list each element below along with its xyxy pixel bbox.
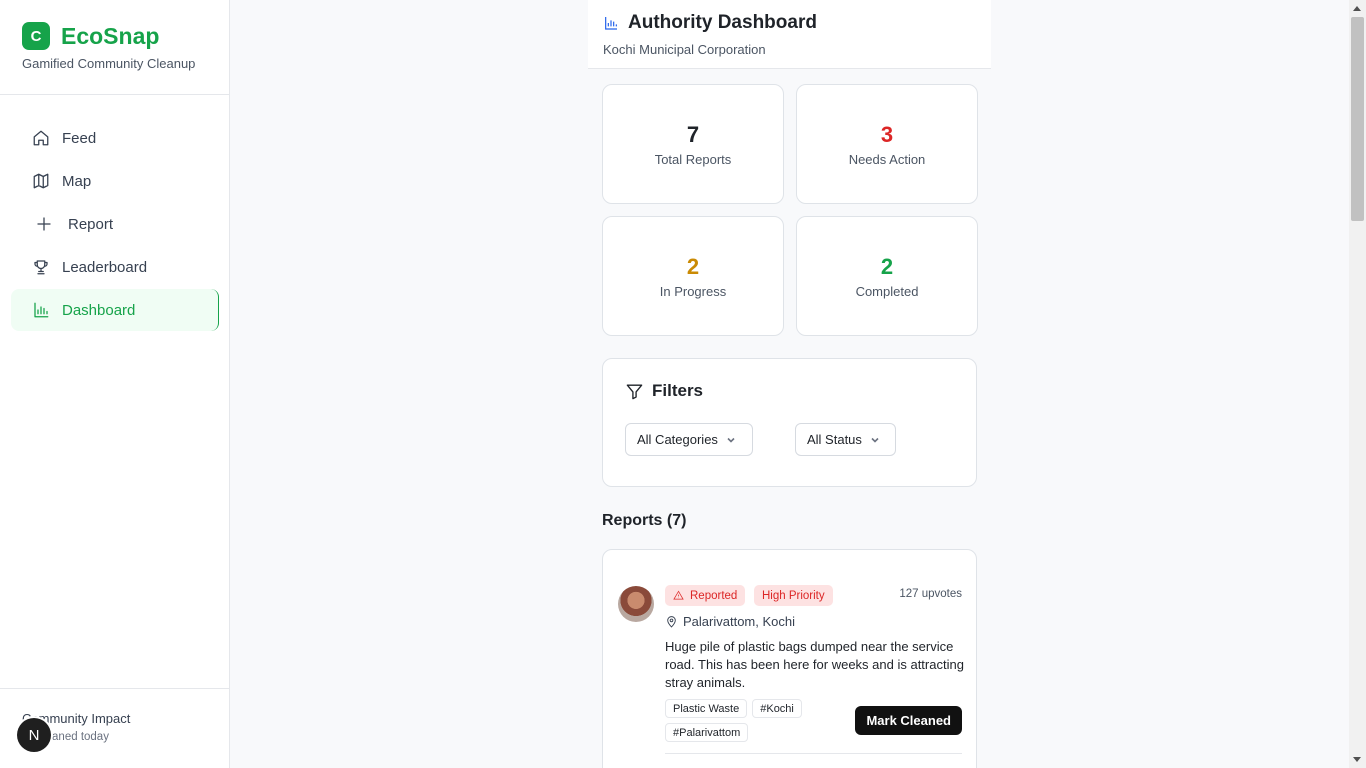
sidebar-item-label: Feed: [62, 129, 97, 147]
mark-cleaned-button[interactable]: Mark Cleaned: [855, 706, 962, 735]
bar-chart-icon: [34, 302, 49, 318]
filters-title: Filters: [652, 381, 704, 400]
alert-triangle-icon: [673, 590, 684, 600]
sidebar-nav: Feed Map Report Leaderboard Dashboard: [0, 95, 229, 331]
brand-tagline: Gamified Community Cleanup: [22, 56, 196, 71]
sidebar-item-label: Leaderboard: [62, 258, 148, 276]
sidebar-item-map[interactable]: Map: [11, 160, 219, 202]
stat-card-completed: 2 Completed: [796, 216, 978, 336]
report-description: Huge pile of plastic bags dumped near th…: [665, 639, 964, 690]
page-header: Authority Dashboard Kochi Municipal Corp…: [588, 0, 991, 69]
scroll-thumb[interactable]: [1351, 17, 1364, 221]
chevron-down-icon: [871, 437, 879, 443]
report-location: Palarivattom, Kochi: [665, 614, 795, 629]
brand: C EcoSnap Gamified Community Cleanup: [0, 0, 229, 95]
map-icon: [33, 173, 49, 189]
scroll-up-arrow[interactable]: [1353, 6, 1361, 11]
status-select[interactable]: All Status: [795, 423, 896, 456]
tag[interactable]: #Kochi: [752, 699, 802, 718]
stat-label: Completed: [855, 283, 919, 299]
report-tags: Plastic Waste #Kochi #Palarivattom: [665, 699, 845, 742]
home-icon: [33, 130, 49, 146]
stat-value: 2: [880, 253, 894, 279]
plus-icon: [37, 217, 51, 231]
stat-label: In Progress: [659, 283, 727, 299]
stat-card-in-progress: 2 In Progress: [602, 216, 784, 336]
logo[interactable]: C: [22, 22, 50, 50]
stat-label: Total Reports: [654, 151, 732, 167]
scrollbar[interactable]: [1349, 0, 1366, 768]
sidebar-item-report[interactable]: Report: [11, 203, 219, 245]
status-select-value: All Status: [807, 432, 862, 447]
main-content: Authority Dashboard Kochi Municipal Corp…: [588, 0, 991, 768]
tag[interactable]: #Palarivattom: [665, 723, 749, 742]
page-title: Authority Dashboard: [628, 12, 817, 33]
priority-badge: High Priority: [754, 585, 833, 606]
map-pin-icon: [667, 616, 676, 628]
brand-name[interactable]: EcoSnap: [61, 23, 159, 50]
impact-title: Community Impact: [22, 711, 131, 726]
stat-label: Needs Action: [848, 151, 926, 167]
category-select-value: All Categories: [637, 432, 718, 447]
filters-panel: Filters All Categories All Status: [602, 358, 977, 487]
reports-title: Reports (7): [602, 512, 687, 529]
n-badge[interactable]: N: [17, 718, 51, 752]
stats-grid: 7 Total Reports 3 Needs Action 2 In Prog…: [602, 84, 978, 336]
sidebar-item-label: Report: [68, 215, 114, 233]
divider: [665, 753, 962, 754]
sidebar-item-label: Dashboard: [62, 301, 136, 319]
status-badge: Reported: [665, 585, 746, 606]
scroll-down-arrow[interactable]: [1353, 757, 1361, 762]
trophy-icon: [34, 260, 48, 275]
tag[interactable]: Plastic Waste: [665, 699, 748, 718]
sidebar-item-label: Map: [62, 172, 92, 190]
chevron-down-icon: [727, 437, 735, 443]
bar-chart-icon: [605, 17, 617, 30]
stat-value: 3: [880, 121, 894, 147]
report-card[interactable]: Reported High Priority 127 upvotes Palar…: [602, 549, 977, 768]
location-text: Palarivattom, Kochi: [683, 614, 795, 629]
category-select[interactable]: All Categories: [625, 423, 753, 456]
sidebar: C EcoSnap Gamified Community Cleanup Fee…: [0, 0, 230, 768]
sidebar-item-dashboard[interactable]: Dashboard: [11, 289, 219, 331]
stat-value: 2: [686, 253, 700, 279]
community-impact: Community Impact as cleaned today N: [0, 688, 229, 768]
filter-icon: [626, 383, 643, 399]
stat-card-needs-action: 3 Needs Action: [796, 84, 978, 204]
stat-card-total: 7 Total Reports: [602, 84, 784, 204]
sidebar-item-feed[interactable]: Feed: [11, 117, 219, 159]
sidebar-item-leaderboard[interactable]: Leaderboard: [11, 246, 219, 288]
upvote-count: 127 upvotes: [899, 588, 962, 600]
status-badge-label: Reported: [690, 589, 738, 602]
page-subtitle: Kochi Municipal Corporation: [603, 42, 766, 57]
stat-value: 7: [686, 121, 700, 147]
avatar[interactable]: [618, 586, 654, 622]
